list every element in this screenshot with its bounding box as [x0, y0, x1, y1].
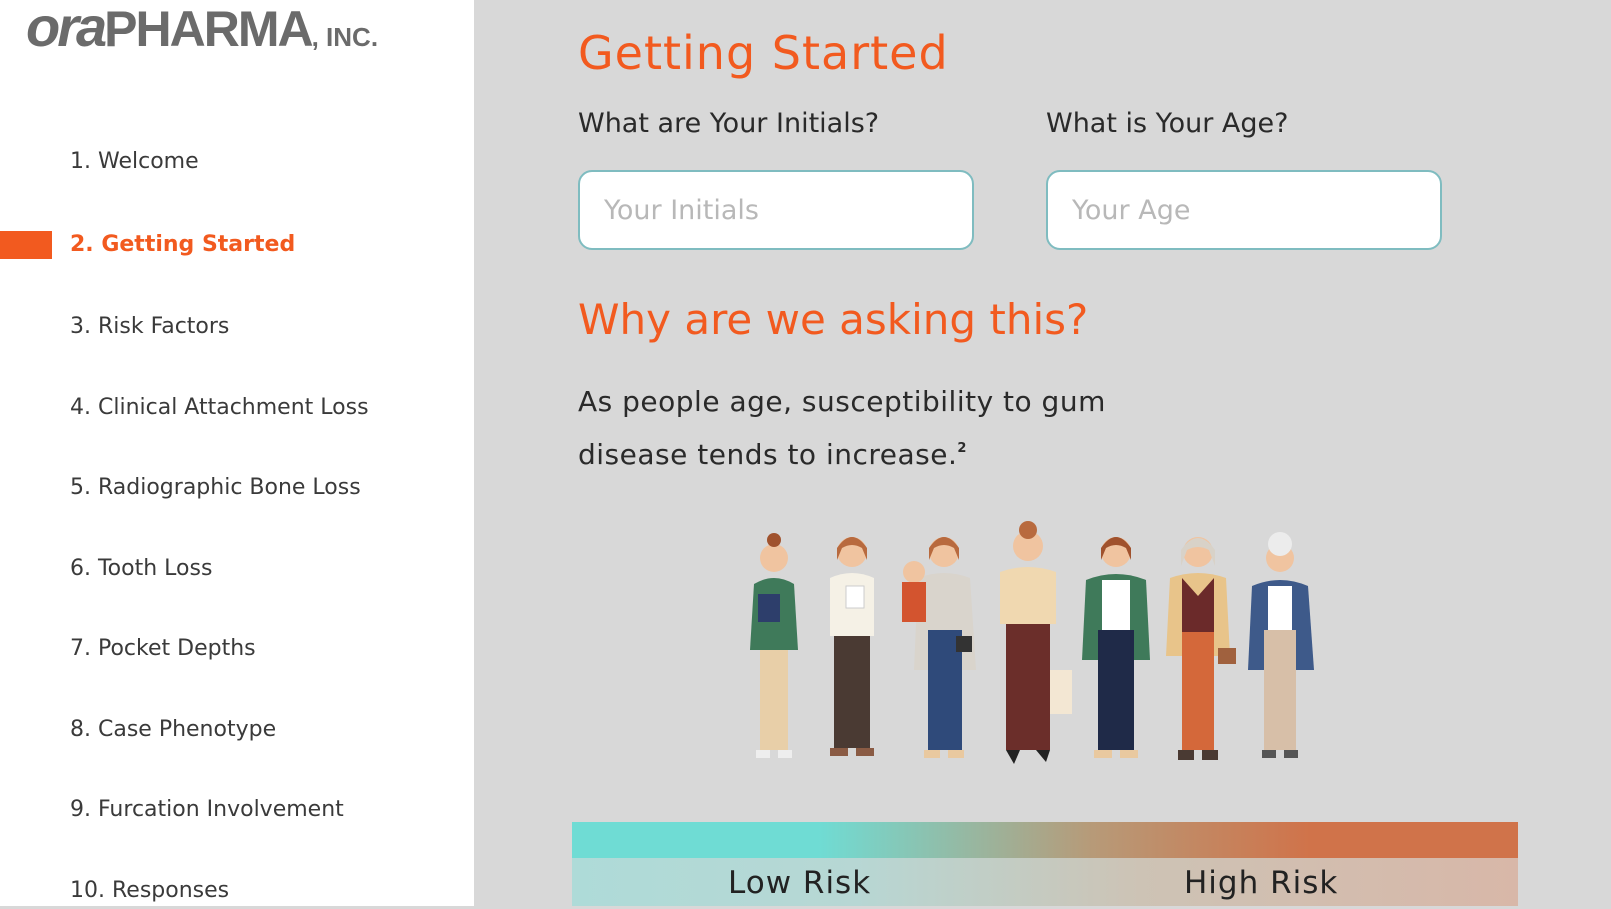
age-input[interactable]	[1046, 170, 1442, 250]
main-content: Getting Started What are Your Initials? …	[474, 0, 1611, 906]
women-of-different-ages-illustration	[750, 521, 1314, 764]
nav-item-clinical-attachment-loss[interactable]: 4. Clinical Attachment Loss	[70, 390, 369, 426]
woman-figure-5	[1082, 537, 1150, 758]
risk-labels: Low Risk High Risk	[572, 858, 1518, 906]
woman-figure-6	[1166, 537, 1236, 760]
nav-item-case-phenotype[interactable]: 8. Case Phenotype	[70, 712, 276, 748]
high-risk-label: High Risk	[1184, 865, 1339, 901]
age-question-label: What is Your Age?	[1046, 108, 1289, 139]
woman-figure-7	[1248, 532, 1314, 758]
woman-with-child-figure	[902, 537, 976, 758]
age-explanation: As people age, susceptibility to gum dis…	[578, 378, 1138, 478]
nav-item-risk-factors[interactable]: 3. Risk Factors	[70, 309, 229, 345]
orapharma-logo: oraPHARMA, INC.	[26, 0, 378, 59]
logo-pharma: PHARMA	[104, 1, 313, 57]
initials-input[interactable]	[578, 170, 974, 250]
nav-item-pocket-depths[interactable]: 7. Pocket Depths	[70, 631, 256, 667]
nav-item-tooth-loss[interactable]: 6. Tooth Loss	[70, 551, 212, 587]
logo-inc: , INC.	[311, 22, 379, 52]
nav-item-radiographic-bone-loss[interactable]: 5. Radiographic Bone Loss	[70, 470, 361, 506]
woman-figure-2	[830, 537, 874, 756]
nav-item-furcation-involvement[interactable]: 9. Furcation Involvement	[70, 792, 344, 828]
footnote-marker: 2	[957, 441, 967, 456]
page-title: Getting Started	[578, 26, 949, 80]
woman-figure-1	[750, 533, 798, 758]
sidebar: oraPHARMA, INC. 1. Welcome 2. Getting St…	[0, 0, 474, 906]
explanation-text: As people age, susceptibility to gum dis…	[578, 385, 1106, 471]
nav-item-responses[interactable]: 10. Responses	[70, 873, 229, 909]
active-step-marker	[0, 231, 52, 259]
low-risk-label: Low Risk	[728, 865, 872, 901]
logo-ora: ora	[26, 0, 107, 58]
nav-item-getting-started[interactable]: 2. Getting Started	[70, 227, 295, 263]
why-heading: Why are we asking this?	[578, 295, 1089, 344]
initials-question-label: What are Your Initials?	[578, 108, 880, 139]
nav-item-welcome[interactable]: 1. Welcome	[70, 144, 199, 180]
risk-gradient-bar	[572, 822, 1518, 858]
woman-figure-4	[1000, 521, 1072, 764]
